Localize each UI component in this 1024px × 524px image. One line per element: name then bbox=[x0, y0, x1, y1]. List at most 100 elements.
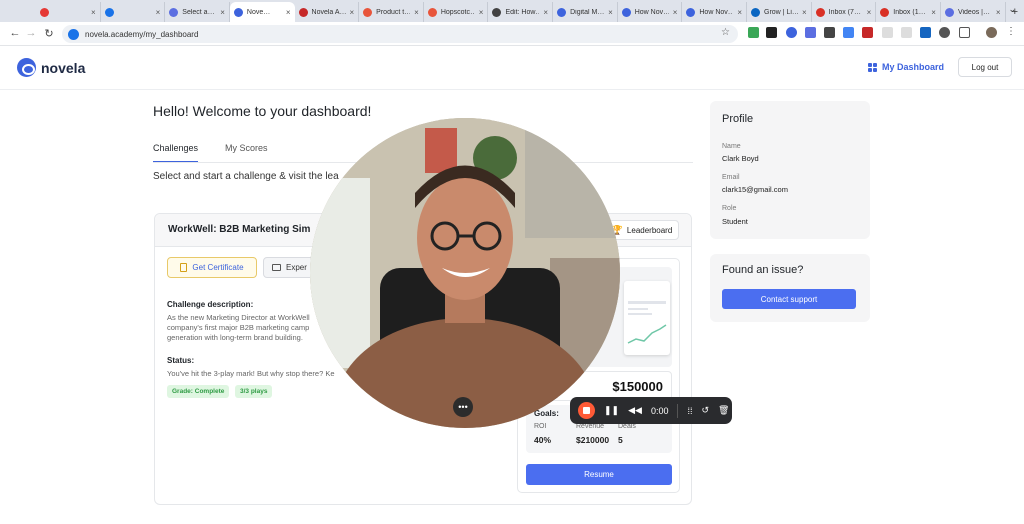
browser-tab[interactable]: Grow | Li… × bbox=[747, 2, 812, 22]
tab-title: Digital M… bbox=[570, 8, 605, 16]
issue-card: Found an issue? Contact support bbox=[710, 254, 870, 322]
brand-logo[interactable]: novela bbox=[17, 58, 85, 77]
browser-tab[interactable]: Videos |… × bbox=[941, 2, 1006, 22]
delete-trash-icon[interactable]: 🗑 bbox=[718, 405, 729, 416]
browser-tab[interactable]: Inbox (7… × bbox=[812, 2, 877, 22]
tab-favicon-icon bbox=[169, 7, 179, 17]
tab-close-icon[interactable]: × bbox=[673, 8, 678, 17]
browser-tab[interactable]: Digital M… × bbox=[553, 2, 618, 22]
restart-icon[interactable]: ↺ bbox=[701, 405, 709, 416]
role-label: Role bbox=[722, 205, 737, 212]
tab-challenges[interactable]: Challenges bbox=[153, 143, 199, 163]
browser-tab[interactable]: Select a… × bbox=[165, 2, 230, 22]
challenge-title: WorkWell: B2B Marketing Sim bbox=[168, 224, 311, 235]
extension-icon[interactable] bbox=[901, 27, 912, 38]
page-title: Hello! Welcome to your dashboard! bbox=[153, 103, 372, 119]
url-bar[interactable]: novela.academy/my_dashboard ☆ bbox=[62, 25, 738, 43]
browser-tab[interactable]: How Nov… × bbox=[682, 2, 748, 22]
goals-label: Goals: bbox=[534, 409, 559, 418]
get-certificate-button[interactable]: Get Certificate bbox=[167, 257, 257, 278]
contact-support-button[interactable]: Contact support bbox=[722, 289, 856, 309]
app-header: novela My Dashboard Log out bbox=[0, 47, 1024, 90]
leaderboard-button[interactable]: 🏆 Leaderboard bbox=[605, 220, 679, 240]
tab-favicon-icon bbox=[944, 7, 954, 17]
issue-heading: Found an issue? bbox=[722, 264, 804, 276]
browser-tab[interactable]: Novela A… × bbox=[295, 2, 360, 22]
tab-title: How Nov… bbox=[634, 8, 669, 16]
tab-close-icon[interactable]: × bbox=[608, 8, 613, 17]
puzzle-extensions-icon[interactable] bbox=[959, 27, 970, 38]
bookmark-star-icon[interactable]: ☆ bbox=[721, 27, 730, 38]
brand-name: novela bbox=[41, 59, 86, 76]
tab-favicon-icon bbox=[686, 7, 696, 17]
browser-tab[interactable]: Hopscotc… × bbox=[424, 2, 489, 22]
tab-close-icon[interactable]: × bbox=[156, 8, 161, 17]
tab-close-icon[interactable]: × bbox=[737, 8, 742, 17]
tab-close-icon[interactable]: × bbox=[350, 8, 355, 17]
recording-toolbar: ❚❚ ◀◀ 0:00 ⁞⁞ ↺ 🗑 bbox=[570, 397, 732, 424]
email-label: Email bbox=[722, 174, 740, 181]
address-toolbar: ← → ↻ novela.academy/my_dashboard ☆ ⋮ bbox=[0, 22, 1024, 46]
stop-recording-button[interactable] bbox=[578, 402, 595, 419]
extension-icon[interactable] bbox=[786, 27, 797, 38]
tab-favicon-icon bbox=[298, 7, 308, 17]
browser-tab[interactable]: How Nov… × bbox=[618, 2, 683, 22]
site-info-icon[interactable] bbox=[68, 28, 79, 40]
extension-icon[interactable] bbox=[766, 27, 777, 38]
browser-tab[interactable]: Edit: How… × bbox=[488, 2, 554, 22]
webcam-options-icon[interactable]: ••• bbox=[453, 397, 473, 417]
pause-icon[interactable]: ❚❚ bbox=[604, 405, 619, 416]
rewind-icon[interactable]: ◀◀ bbox=[628, 405, 642, 416]
tab-favicon-icon bbox=[557, 7, 567, 17]
extension-icon[interactable] bbox=[920, 27, 931, 38]
tab-title: Product t… bbox=[376, 8, 411, 16]
recording-timer: 0:00 bbox=[650, 405, 669, 416]
thumbnail-document bbox=[624, 281, 670, 355]
forward-icon[interactable]: → bbox=[22, 27, 40, 39]
browser-tab[interactable]: Nove… × bbox=[229, 2, 295, 22]
browser-tab[interactable]: × bbox=[101, 2, 166, 22]
tab-close-icon[interactable]: × bbox=[414, 8, 419, 17]
extension-icon[interactable] bbox=[882, 27, 893, 38]
browser-tab[interactable]: Inbox (1… × bbox=[876, 2, 941, 22]
kebab-menu-icon[interactable]: ⋮ bbox=[1006, 26, 1016, 37]
tab-favicon-icon bbox=[233, 7, 243, 17]
browser-tab[interactable]: × bbox=[36, 2, 101, 22]
profile-avatar-icon[interactable] bbox=[986, 27, 997, 38]
profile-heading: Profile bbox=[722, 113, 754, 125]
tab-favicon-icon bbox=[492, 7, 502, 17]
tab-favicon-icon bbox=[40, 7, 49, 17]
tab-close-icon[interactable]: × bbox=[802, 8, 807, 17]
tab-title: Videos |… bbox=[957, 8, 990, 16]
logout-button[interactable]: Log out bbox=[958, 57, 1012, 77]
tab-close-icon[interactable]: × bbox=[91, 8, 96, 17]
extension-icon[interactable] bbox=[862, 27, 873, 38]
extension-icon[interactable] bbox=[748, 27, 759, 38]
profile-card: Profile Name Clark Boyd Email clark15@gm… bbox=[710, 101, 870, 239]
extension-icon[interactable] bbox=[843, 27, 854, 38]
extension-icon[interactable] bbox=[939, 27, 950, 38]
tab-close-icon[interactable]: × bbox=[286, 8, 291, 17]
tab-search-chevron-icon[interactable]: ⌄ bbox=[1008, 4, 1016, 15]
resume-button[interactable]: Resume bbox=[526, 464, 672, 485]
briefcase-icon bbox=[272, 264, 281, 271]
tab-close-icon[interactable]: × bbox=[867, 8, 872, 17]
goal-roi-label: ROI bbox=[534, 423, 547, 430]
tab-close-icon[interactable]: × bbox=[996, 8, 1001, 17]
tab-close-icon[interactable]: × bbox=[931, 8, 936, 17]
extension-icon[interactable] bbox=[805, 27, 816, 38]
webcam-bubble[interactable] bbox=[310, 118, 620, 428]
tab-my-scores[interactable]: My Scores bbox=[225, 143, 268, 163]
tab-title: Hopscotc… bbox=[440, 8, 475, 16]
browser-tab[interactable]: Product t… × bbox=[359, 2, 424, 22]
my-dashboard-link[interactable]: My Dashboard bbox=[868, 62, 944, 72]
get-certificate-label: Get Certificate bbox=[192, 263, 244, 272]
tab-close-icon[interactable]: × bbox=[220, 8, 225, 17]
drag-handle-icon[interactable]: ⁞⁞ bbox=[687, 406, 692, 416]
goal-deals-label: Deals bbox=[618, 423, 636, 430]
extension-icon[interactable] bbox=[824, 27, 835, 38]
tab-close-icon[interactable]: × bbox=[543, 8, 548, 17]
tab-title: Novela A… bbox=[311, 8, 346, 16]
reload-icon[interactable]: ↻ bbox=[40, 27, 58, 40]
tab-close-icon[interactable]: × bbox=[479, 8, 484, 17]
